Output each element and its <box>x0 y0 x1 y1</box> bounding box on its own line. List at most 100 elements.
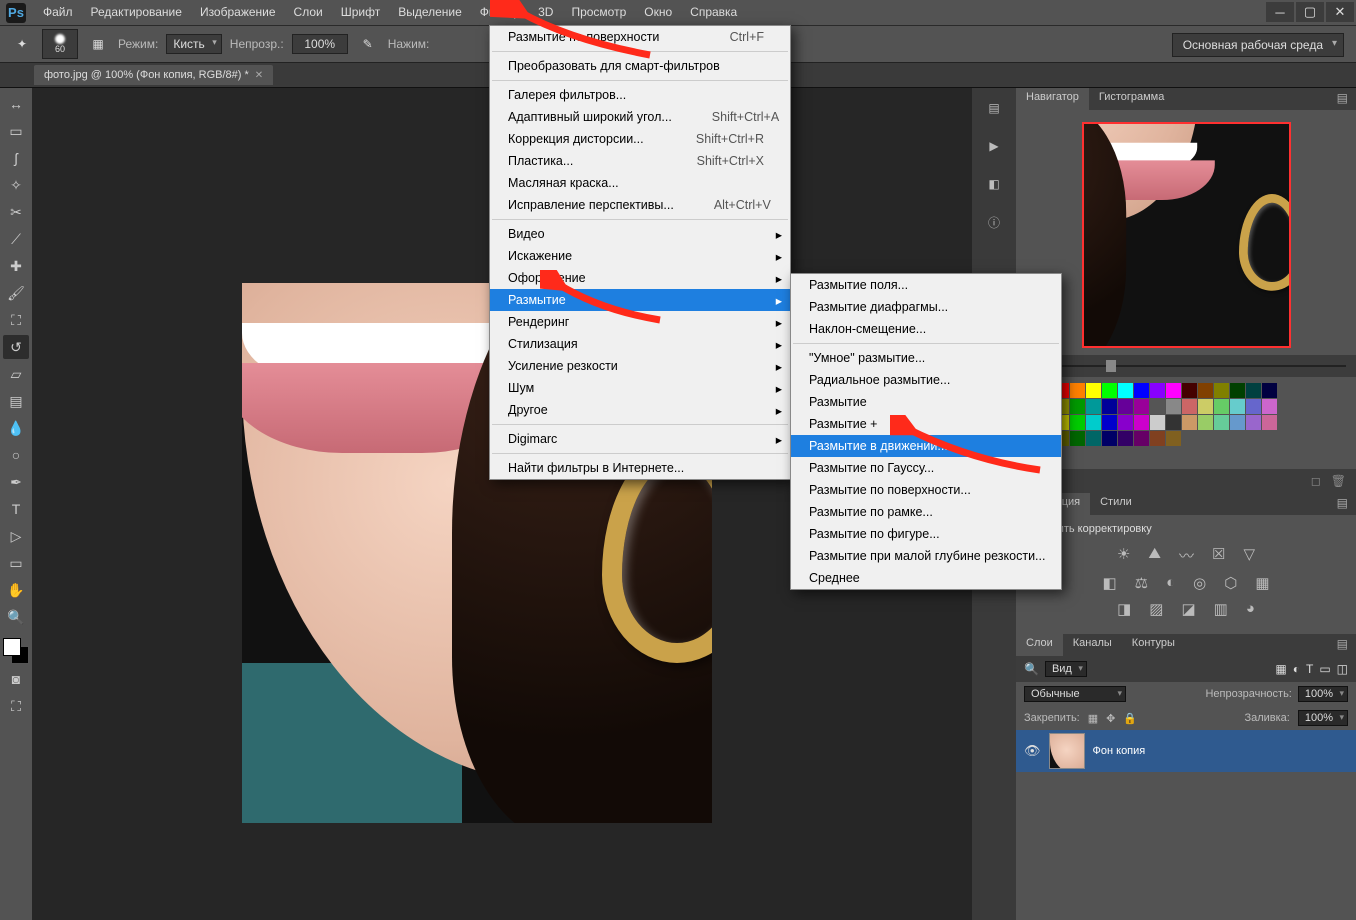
close-tab-icon[interactable]: ✕ <box>255 70 263 81</box>
swatch-38[interactable] <box>1118 415 1133 430</box>
swatch-22[interactable] <box>1118 399 1133 414</box>
swatch-30[interactable] <box>1246 399 1261 414</box>
swatch-26[interactable] <box>1182 399 1197 414</box>
filter-menu-item-0[interactable]: Размытие по поверхностиCtrl+F <box>490 26 790 48</box>
swatch-27[interactable] <box>1198 399 1213 414</box>
swatch-14[interactable] <box>1246 383 1261 398</box>
swatch-15[interactable] <box>1262 383 1277 398</box>
magic-wand-tool[interactable]: ✧ <box>3 173 29 197</box>
filter-menu-item-12[interactable]: Искажение <box>490 245 790 267</box>
dodge-tool[interactable]: ○ <box>3 443 29 467</box>
visibility-icon[interactable]: 👁 <box>1024 743 1041 759</box>
swatch-25[interactable] <box>1166 399 1181 414</box>
blur-menu-item-4[interactable]: "Умное" размытие... <box>791 347 1061 369</box>
tab-navigator[interactable]: Навигатор <box>1016 88 1089 110</box>
swatch-29[interactable] <box>1230 399 1245 414</box>
panel-menu-icon[interactable]: ▤ <box>1329 493 1356 515</box>
marquee-tool[interactable]: ▭ <box>3 119 29 143</box>
swatch-8[interactable] <box>1150 383 1165 398</box>
opacity-value[interactable]: 100% <box>292 34 348 54</box>
hue-icon[interactable]: ◧ <box>1102 574 1116 592</box>
swatch-19[interactable] <box>1070 399 1085 414</box>
new-swatch-icon[interactable]: ◻ <box>1311 474 1321 488</box>
blur-tool[interactable]: 💧 <box>3 416 29 440</box>
zoom-tool[interactable]: 🔍 <box>3 605 29 629</box>
shape-tool[interactable]: ▭ <box>3 551 29 575</box>
swatch-35[interactable] <box>1070 415 1085 430</box>
filter-menu-item-18[interactable]: Шум <box>490 377 790 399</box>
mode-select[interactable]: Кисть <box>166 34 221 54</box>
blur-menu-item-8[interactable]: Размытие в движении... <box>791 435 1061 457</box>
swatch-24[interactable] <box>1150 399 1165 414</box>
filter-menu-item-5[interactable]: Адаптивный широкий угол...Shift+Ctrl+A <box>490 106 790 128</box>
swatch-6[interactable] <box>1118 383 1133 398</box>
tab-histogram[interactable]: Гистограмма <box>1089 88 1175 110</box>
filter-adjust-icon[interactable]: ◐ <box>1293 662 1300 676</box>
eraser-tool[interactable]: ▱ <box>3 362 29 386</box>
filter-menu-item-8[interactable]: Масляная краска... <box>490 172 790 194</box>
swatch-31[interactable] <box>1262 399 1277 414</box>
posterize-icon[interactable]: ▨ <box>1149 600 1163 618</box>
filter-menu-item-15[interactable]: Рендеринг <box>490 311 790 333</box>
swatch-36[interactable] <box>1086 415 1101 430</box>
swatch-55[interactable] <box>1134 431 1149 446</box>
swatch-54[interactable] <box>1118 431 1133 446</box>
swatch-5[interactable] <box>1102 383 1117 398</box>
swatch-21[interactable] <box>1102 399 1117 414</box>
blur-menu-item-13[interactable]: Размытие при малой глубине резкости... <box>791 545 1061 567</box>
swatch-44[interactable] <box>1214 415 1229 430</box>
brush-panel-icon[interactable]: ▦ <box>86 32 110 56</box>
menu-view[interactable]: Просмотр <box>562 0 635 25</box>
brush-preset[interactable]: 60 <box>42 29 78 59</box>
blend-mode-select[interactable]: Обычные <box>1024 686 1126 702</box>
blur-menu-item-10[interactable]: Размытие по поверхности... <box>791 479 1061 501</box>
swatch-20[interactable] <box>1086 399 1101 414</box>
lookup-icon[interactable]: ▦ <box>1255 574 1269 592</box>
filter-menu-item-2[interactable]: Преобразовать для смарт-фильтров <box>490 55 790 77</box>
swatch-23[interactable] <box>1134 399 1149 414</box>
history-brush-tool[interactable]: ↺ <box>3 335 29 359</box>
tab-layers[interactable]: Слои <box>1016 634 1063 656</box>
blur-menu-item-9[interactable]: Размытие по Гауссу... <box>791 457 1061 479</box>
workspace-select[interactable]: Основная рабочая среда <box>1172 33 1344 57</box>
crop-tool[interactable]: ✂ <box>3 200 29 224</box>
navigator-thumb[interactable] <box>1082 122 1291 348</box>
menu-file[interactable]: Файл <box>34 0 82 25</box>
lasso-tool[interactable]: ʃ <box>3 146 29 170</box>
panel-menu-icon[interactable]: ▤ <box>1329 88 1356 110</box>
mixer-icon[interactable]: ⬡ <box>1224 574 1237 592</box>
swatch-40[interactable] <box>1150 415 1165 430</box>
levels-icon[interactable]: ⛰ <box>1148 545 1161 566</box>
actions-panel-icon[interactable]: ▶ <box>982 134 1006 158</box>
blur-menu-item-2[interactable]: Наклон-смещение... <box>791 318 1061 340</box>
lock-pixels-icon[interactable]: ▦ <box>1088 712 1098 725</box>
tab-paths[interactable]: Контуры <box>1122 634 1185 656</box>
gradient-map-icon[interactable]: ▥ <box>1214 600 1228 618</box>
maximize-button[interactable]: ▢ <box>1296 2 1324 22</box>
swatch-51[interactable] <box>1070 431 1085 446</box>
pen-tool[interactable]: ✒ <box>3 470 29 494</box>
stamp-tool[interactable]: ⛶ <box>3 308 29 332</box>
type-tool[interactable]: T <box>3 497 29 521</box>
brightness-icon[interactable]: ☀ <box>1117 545 1130 566</box>
layer-row[interactable]: 👁 Фон копия <box>1016 730 1356 772</box>
swatch-41[interactable] <box>1166 415 1181 430</box>
close-button[interactable]: ✕ <box>1326 2 1354 22</box>
swatch-11[interactable] <box>1198 383 1213 398</box>
filter-menu-item-6[interactable]: Коррекция дисторсии...Shift+Ctrl+R <box>490 128 790 150</box>
healing-tool[interactable]: ✚ <box>3 254 29 278</box>
filter-menu-item-14[interactable]: Размытие <box>490 289 790 311</box>
filter-menu-item-23[interactable]: Найти фильтры в Интернете... <box>490 457 790 479</box>
blur-menu-item-5[interactable]: Радиальное размытие... <box>791 369 1061 391</box>
blur-menu-item-1[interactable]: Размытие диафрагмы... <box>791 296 1061 318</box>
info-panel-icon[interactable]: ⓘ <box>982 210 1006 234</box>
swatch-57[interactable] <box>1166 431 1181 446</box>
swatch-56[interactable] <box>1150 431 1165 446</box>
panel-menu-icon[interactable]: ▤ <box>1329 634 1356 656</box>
filter-smart-icon[interactable]: ◫ <box>1337 662 1348 676</box>
invert-icon[interactable]: ◨ <box>1117 600 1131 618</box>
menu-edit[interactable]: Редактирование <box>82 0 191 25</box>
menu-help[interactable]: Справка <box>681 0 746 25</box>
delete-swatch-icon[interactable]: 🗑 <box>1331 474 1346 488</box>
gradient-tool[interactable]: ▤ <box>3 389 29 413</box>
